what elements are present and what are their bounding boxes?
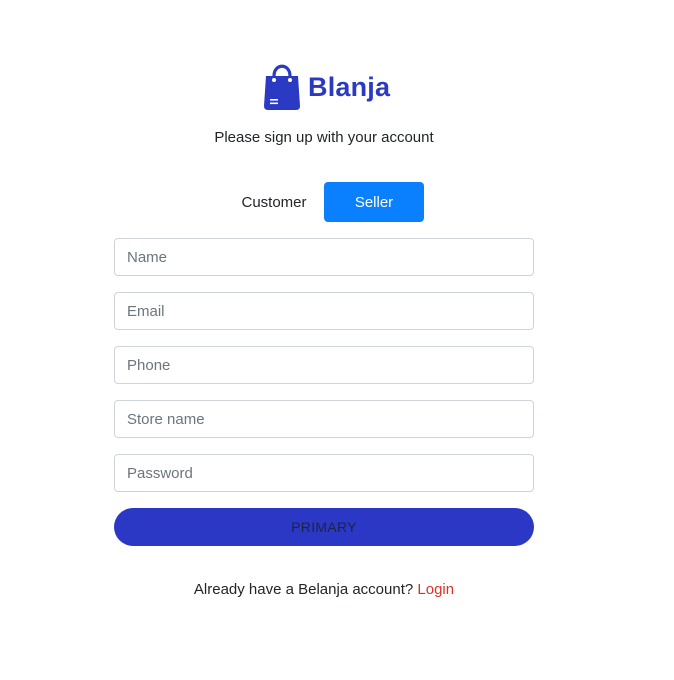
- role-toggle: Customer Seller: [224, 182, 424, 222]
- customer-tab[interactable]: Customer: [224, 182, 324, 222]
- phone-input[interactable]: [114, 346, 534, 384]
- brand-logo: Blanja: [263, 59, 390, 111]
- email-input[interactable]: [114, 292, 534, 330]
- password-input[interactable]: [114, 454, 534, 492]
- name-input[interactable]: [114, 238, 534, 276]
- login-prompt-text: Already have a Belanja account?: [193, 581, 414, 598]
- primary-submit-button[interactable]: PRIMARY: [114, 508, 534, 546]
- login-link[interactable]: Login: [417, 581, 454, 598]
- seller-tab[interactable]: Seller: [324, 182, 424, 222]
- store-name-input[interactable]: [114, 400, 534, 438]
- signup-subtitle: Please sign up with your account: [214, 129, 434, 146]
- brand-name: Blanja: [308, 71, 391, 102]
- shopping-bag-icon: [263, 59, 301, 111]
- login-prompt: Already have a Belanja account? Login: [0, 581, 648, 598]
